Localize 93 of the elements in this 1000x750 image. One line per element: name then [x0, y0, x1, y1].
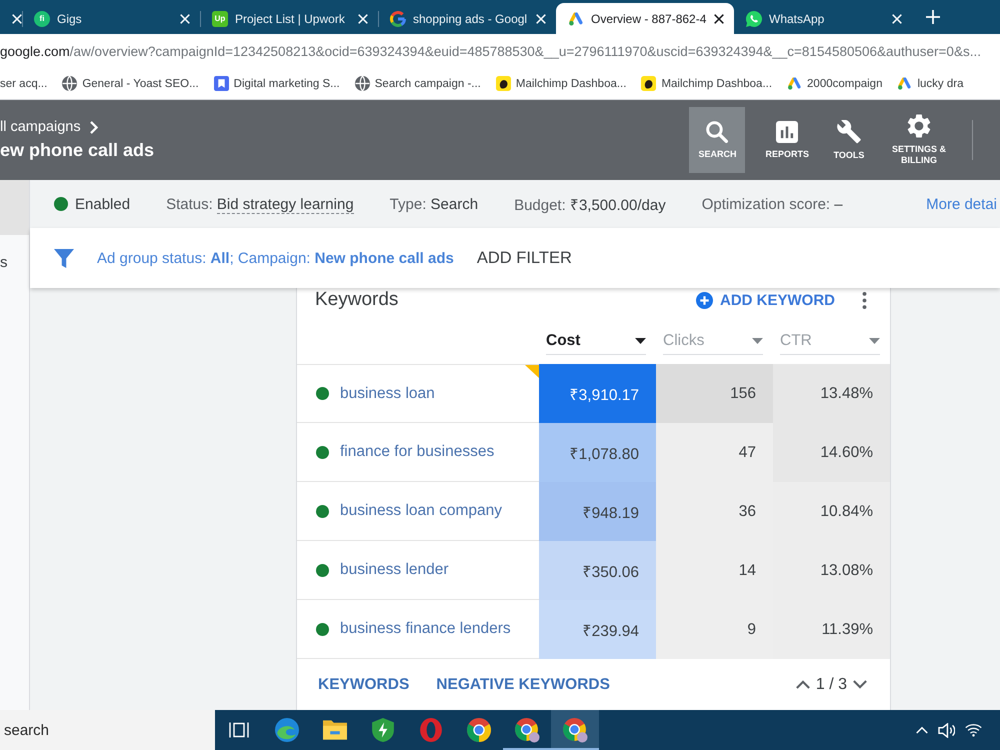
- table-cell: 156: [656, 364, 773, 423]
- close-icon[interactable]: [714, 14, 724, 24]
- logo-icon: [897, 76, 912, 91]
- table-cell: ₹3,910.17: [539, 364, 656, 423]
- logo-icon: [496, 76, 511, 91]
- task-view-icon[interactable]: [229, 720, 249, 740]
- filter-icon[interactable]: [54, 248, 74, 268]
- summary-field: Type: Search: [390, 196, 478, 212]
- search-icon: [706, 120, 728, 142]
- table-cell: 13.48%: [773, 364, 890, 423]
- add-filter-button[interactable]: ADD FILTER: [476, 248, 572, 268]
- table-cell: ₹1,078.80: [539, 423, 656, 482]
- footer-tab-link[interactable]: KEYWORDS: [318, 676, 410, 694]
- logo-icon: [568, 10, 584, 26]
- shield-icon[interactable]: [372, 718, 394, 742]
- table-cell: 47: [656, 423, 773, 482]
- bookmark-icon: [214, 76, 229, 91]
- nav-button[interactable]: SETTINGS & BILLING: [886, 107, 952, 173]
- bookmark-link[interactable]: Digital marketing S...: [234, 78, 340, 90]
- footer-tab-link[interactable]: NEGATIVE KEYWORDS: [436, 676, 610, 694]
- breadcrumb-link[interactable]: ll campaigns: [0, 119, 81, 135]
- sidebar-item[interactable]: s: [0, 235, 29, 290]
- keyword-link[interactable]: business loan company: [340, 502, 502, 520]
- card-title: Keywords: [315, 289, 398, 311]
- browser-tab[interactable]: fi Gigs: [22, 3, 200, 34]
- keyword-link[interactable]: business finance lenders: [340, 620, 511, 638]
- summary-field: Budget: ₹3,500.00/day: [514, 194, 666, 214]
- add-keyword-button[interactable]: ADD KEYWORD: [696, 292, 835, 308]
- chat-bubble-icon: [746, 10, 762, 26]
- keyword-link[interactable]: business loan: [340, 384, 435, 402]
- wrench-icon: [837, 120, 861, 144]
- more-icon[interactable]: [862, 292, 867, 308]
- keyword-link[interactable]: finance for businesses: [340, 443, 494, 461]
- bookmark-link[interactable]: Mailchimp Dashboa...: [516, 78, 626, 90]
- gear-icon: [907, 114, 931, 138]
- more-details-link[interactable]: More detai: [926, 196, 1000, 212]
- table-cell: 14.60%: [773, 423, 890, 482]
- folder-icon[interactable]: [323, 720, 347, 740]
- table-cell: 14: [656, 541, 773, 600]
- nav-button[interactable]: TOOLS: [829, 107, 869, 173]
- new-tab-icon[interactable]: [926, 10, 940, 24]
- browser-tab[interactable]: WhatsApp: [734, 3, 912, 34]
- chevron-down-icon[interactable]: [853, 680, 867, 689]
- site-logo: Up: [212, 10, 228, 26]
- summary-field: Optimization score: –: [702, 196, 843, 212]
- page-indicator: 1 / 3: [816, 676, 847, 694]
- logo-icon: [390, 10, 406, 26]
- browser-tab[interactable]: shopping ads - Googl: [378, 3, 556, 34]
- column-header[interactable]: Cost: [546, 328, 646, 355]
- bookmark-link[interactable]: lucky dra: [917, 78, 964, 90]
- bookmark-link[interactable]: 2000compaign: [807, 78, 882, 90]
- address-field[interactable]: google.com/aw/overview?campaignId=12342508213&ocid=639324394&euid=485788530&__u=2796111970&uscid=639324394&__c=8154580506&authuser=0&s...: [0, 44, 981, 58]
- search-field[interactable]: search: [0, 710, 215, 750]
- table-cell: ₹948.19: [539, 482, 656, 541]
- table-cell: 13.08%: [773, 541, 890, 600]
- bookmark-link[interactable]: General - Yoast SEO...: [82, 78, 199, 90]
- bookmark-link[interactable]: ser acq...: [0, 78, 54, 90]
- browser-tab[interactable]: Up Project List | Upwork: [200, 3, 378, 34]
- globe-icon: [354, 76, 370, 91]
- caret-icon: [635, 338, 646, 344]
- logo-icon: [641, 76, 656, 91]
- table-cell: 9: [656, 600, 773, 659]
- table-cell: 10.84%: [773, 482, 890, 541]
- table-cell: 36: [656, 482, 773, 541]
- nav-button[interactable]: SEARCH: [689, 107, 746, 173]
- bookmark-link[interactable]: Mailchimp Dashboa...: [661, 78, 772, 90]
- speaker-icon[interactable]: [938, 722, 955, 738]
- campaign-title: ew phone call ads: [0, 140, 154, 161]
- browser-tab[interactable]: Overview - 887-862-4: [556, 3, 734, 34]
- summary-field: Status: Bid strategy learning: [166, 196, 354, 212]
- status-label: Enabled: [75, 196, 130, 212]
- circle-logo-icon: [562, 718, 588, 742]
- circle-logo-icon: [514, 718, 540, 742]
- globe-icon: [62, 76, 78, 91]
- swirl-logo-icon[interactable]: [275, 718, 299, 742]
- chevron-up-icon[interactable]: [796, 680, 810, 689]
- bar-chart-icon: [776, 120, 798, 142]
- table-cell: 11.39%: [773, 600, 890, 659]
- filter-summary[interactable]: Ad group status: All; Campaign: New phone call ads: [97, 250, 454, 266]
- nav-button[interactable]: REPORTS: [762, 107, 812, 173]
- caret-icon: [752, 338, 763, 344]
- logo-icon: [787, 76, 802, 91]
- keyword-link[interactable]: business lender: [340, 561, 449, 579]
- plus-circle-icon: [696, 292, 713, 308]
- site-logo: fi: [34, 10, 50, 26]
- circle-logo-icon[interactable]: [467, 718, 491, 742]
- chevron-right-icon: [90, 120, 98, 134]
- table-cell: ₹239.94: [539, 600, 656, 659]
- wifi-icon[interactable]: [965, 723, 982, 737]
- caret-icon: [869, 338, 880, 344]
- table-cell: ₹350.06: [539, 541, 656, 600]
- bookmark-link[interactable]: Search campaign -...: [374, 78, 481, 90]
- taskbar-button[interactable]: [551, 710, 599, 750]
